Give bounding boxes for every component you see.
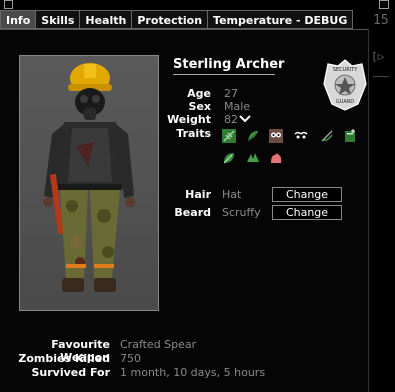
character-info-window: 15 Info Skills Health Protection Tempera… bbox=[0, 0, 395, 392]
sex-value: Male bbox=[224, 100, 251, 113]
name-underline bbox=[173, 74, 275, 75]
change-hair-button[interactable]: Change bbox=[272, 187, 342, 202]
background-game-area: [▷ bbox=[369, 30, 395, 392]
tab-skills[interactable]: Skills bbox=[35, 10, 80, 29]
beard-label: Beard bbox=[174, 206, 211, 219]
grass-trait-icon[interactable] bbox=[246, 151, 260, 165]
age-label: Age bbox=[187, 87, 211, 100]
traits-label: Traits bbox=[176, 127, 211, 140]
badge-bottom-text: GUARD bbox=[336, 99, 354, 105]
tab-protection[interactable]: Protection bbox=[131, 10, 208, 29]
book-trait-icon[interactable] bbox=[343, 129, 357, 143]
sex-label: Sex bbox=[188, 100, 211, 113]
tab-health[interactable]: Health bbox=[79, 10, 132, 29]
tab-bar: Info Skills Health Protection Temperatur… bbox=[0, 10, 354, 29]
background-fragment-top: 15 bbox=[373, 13, 389, 28]
muscle-trait-icon[interactable] bbox=[269, 151, 283, 165]
character-avatar bbox=[43, 63, 135, 292]
zombies-killed-label: Zombies Killed bbox=[18, 352, 110, 365]
badge-top-text: SECURITY bbox=[333, 67, 358, 73]
zombies-killed-value: 750 bbox=[120, 352, 141, 365]
beard-value: Scruffy bbox=[222, 206, 261, 219]
hair-label: Hair bbox=[185, 188, 211, 201]
needle-trait-icon[interactable] bbox=[320, 129, 334, 143]
weight-value: 82 bbox=[224, 113, 238, 126]
feather-trait-icon[interactable] bbox=[246, 129, 260, 143]
window-title-bar[interactable]: 15 Info Skills Health Protection Tempera… bbox=[0, 0, 395, 30]
survived-for-label: Survived For bbox=[31, 366, 110, 379]
character-name: Sterling Archer bbox=[173, 57, 285, 72]
leaf2-trait-icon[interactable] bbox=[222, 151, 236, 165]
weight-label: Weight bbox=[167, 113, 211, 126]
eyes-trait-icon[interactable] bbox=[294, 129, 308, 143]
survived-for-value: 1 month, 10 days, 5 hours bbox=[120, 366, 266, 379]
security-guard-badge: SECURITY GUARD bbox=[323, 59, 367, 111]
character-avatar-frame bbox=[19, 55, 159, 311]
chevron-down-icon bbox=[239, 115, 251, 123]
age-value: 27 bbox=[224, 87, 238, 100]
close-box-icon[interactable] bbox=[4, 0, 13, 9]
change-beard-button[interactable]: Change bbox=[272, 205, 342, 220]
tab-info[interactable]: Info bbox=[0, 10, 36, 29]
favourite-weapon-value: Crafted Spear bbox=[120, 338, 197, 351]
pin-box-icon[interactable] bbox=[379, 0, 389, 9]
tab-temperature-debug[interactable]: Temperature - DEBUG bbox=[207, 10, 354, 29]
background-fragment-mid: [▷ bbox=[371, 50, 385, 63]
leaf-trait-icon[interactable] bbox=[222, 129, 236, 143]
hair-value: Hat bbox=[222, 188, 242, 201]
background-divider bbox=[373, 76, 389, 77]
owl-trait-icon[interactable] bbox=[269, 129, 283, 143]
